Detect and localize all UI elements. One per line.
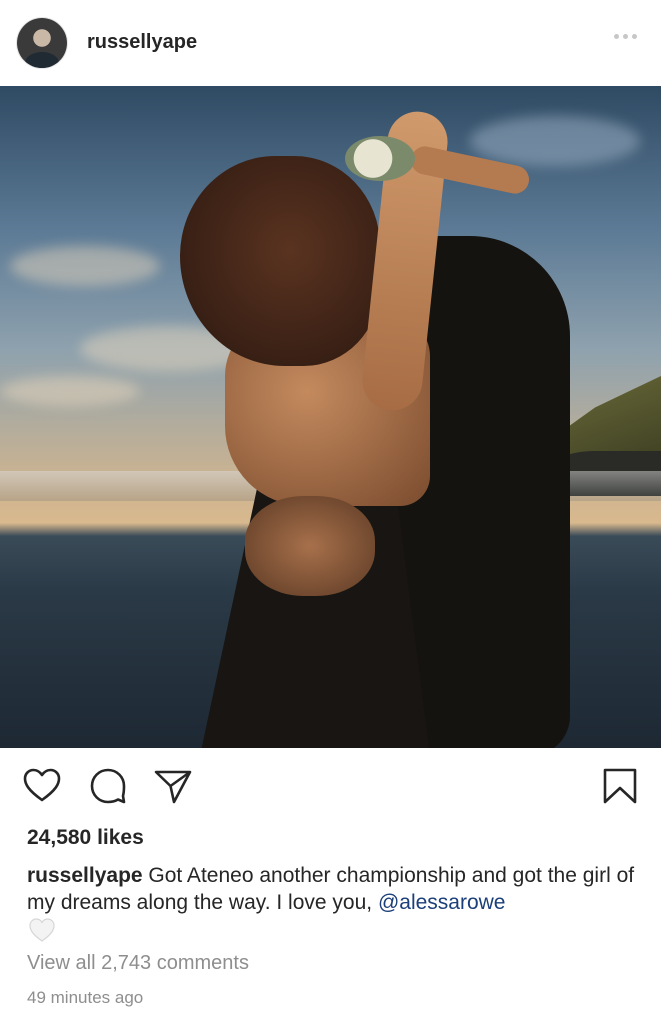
caption-username[interactable]: russellyape [27, 864, 143, 887]
likes-count[interactable]: 24,580 likes [27, 826, 144, 850]
photo-hands [245, 496, 375, 596]
avatar[interactable] [17, 18, 67, 68]
photo-cloud [470, 116, 640, 166]
comment-icon[interactable] [88, 766, 128, 806]
post-photo[interactable] [0, 86, 661, 748]
post-header: russellyape [0, 0, 661, 86]
more-options-icon[interactable] [614, 34, 637, 39]
post-caption: russellyape Got Ateneo another champions… [27, 862, 642, 916]
heart-icon[interactable] [22, 766, 62, 806]
more-dot [614, 34, 619, 39]
bookmark-icon[interactable] [600, 766, 640, 806]
more-dot [623, 34, 628, 39]
more-dot [632, 34, 637, 39]
post-username[interactable]: russellyape [87, 31, 197, 54]
white-heart-icon [29, 918, 55, 942]
photo-bouquet [345, 136, 415, 181]
photo-cloud [10, 246, 160, 286]
share-icon[interactable] [153, 766, 193, 806]
post-timestamp: 49 minutes ago [27, 988, 144, 1007]
action-bar [0, 748, 661, 823]
caption-mention[interactable]: @alessarowe [378, 891, 506, 914]
photo-cloud [0, 376, 140, 406]
view-all-comments-link[interactable]: View all 2,743 comments [27, 952, 249, 975]
avatar-figure [25, 52, 59, 68]
